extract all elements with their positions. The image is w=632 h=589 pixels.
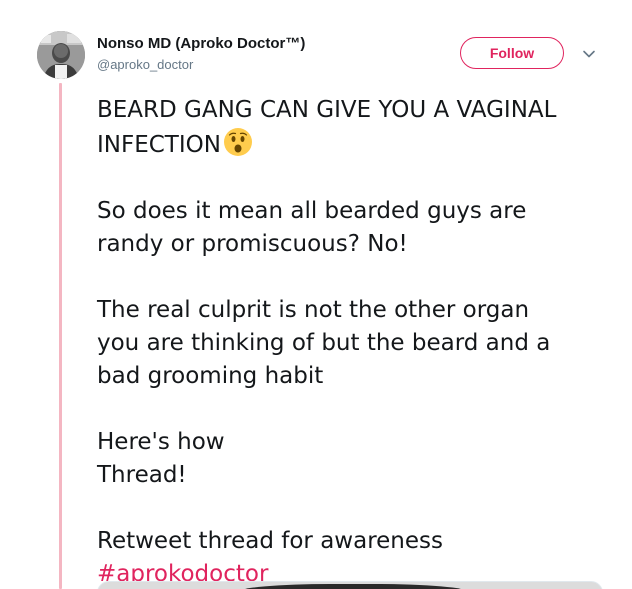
follow-button[interactable]: Follow [460,37,564,69]
tweet-paragraph: So does it mean all bearded guys are ran… [97,195,617,261]
tweet-text: BEARD GANG CAN GIVE YOU A VAGINAL INFECT… [97,94,617,589]
tweet-line: So does it mean all bearded guys are [97,198,527,224]
thread-connector-line [59,83,62,589]
media-image-content [238,584,468,589]
tweet-paragraph: The real culprit is not the other organ … [97,294,617,393]
tweet-line: Thread! [97,462,187,488]
tweet-line: Retweet thread for awareness [97,528,443,554]
tweet-line-with-emoji: INFECTION [97,127,617,162]
tweet-line: randy or promiscuous? No! [97,231,408,257]
tweet-paragraph: BEARD GANG CAN GIVE YOU A VAGINAL INFECT… [97,94,617,162]
tweet-line: bad grooming habit [97,363,324,389]
tweet-paragraph: Here's how Thread! [97,426,617,492]
author-name[interactable]: Nonso MD (Aproko Doctor™) [97,35,305,52]
tweet-paragraph: Retweet thread for awareness #aprokodoct… [97,525,617,589]
tweet-line: INFECTION [97,132,221,158]
hushed-face-emoji-icon [223,128,252,156]
tweet-media-image[interactable] [97,581,603,589]
avatar[interactable] [37,31,85,79]
chevron-down-icon[interactable] [582,47,596,61]
tweet-line: BEARD GANG CAN GIVE YOU A VAGINAL [97,97,557,123]
tweet-line: you are thinking of but the beard and a [97,330,551,356]
tweet-line: The real culprit is not the other organ [97,297,530,323]
tweet-line: Here's how [97,429,225,455]
tweet-card: Nonso MD (Aproko Doctor™) @aproko_doctor… [0,0,632,589]
author-handle[interactable]: @aproko_doctor [97,57,193,72]
